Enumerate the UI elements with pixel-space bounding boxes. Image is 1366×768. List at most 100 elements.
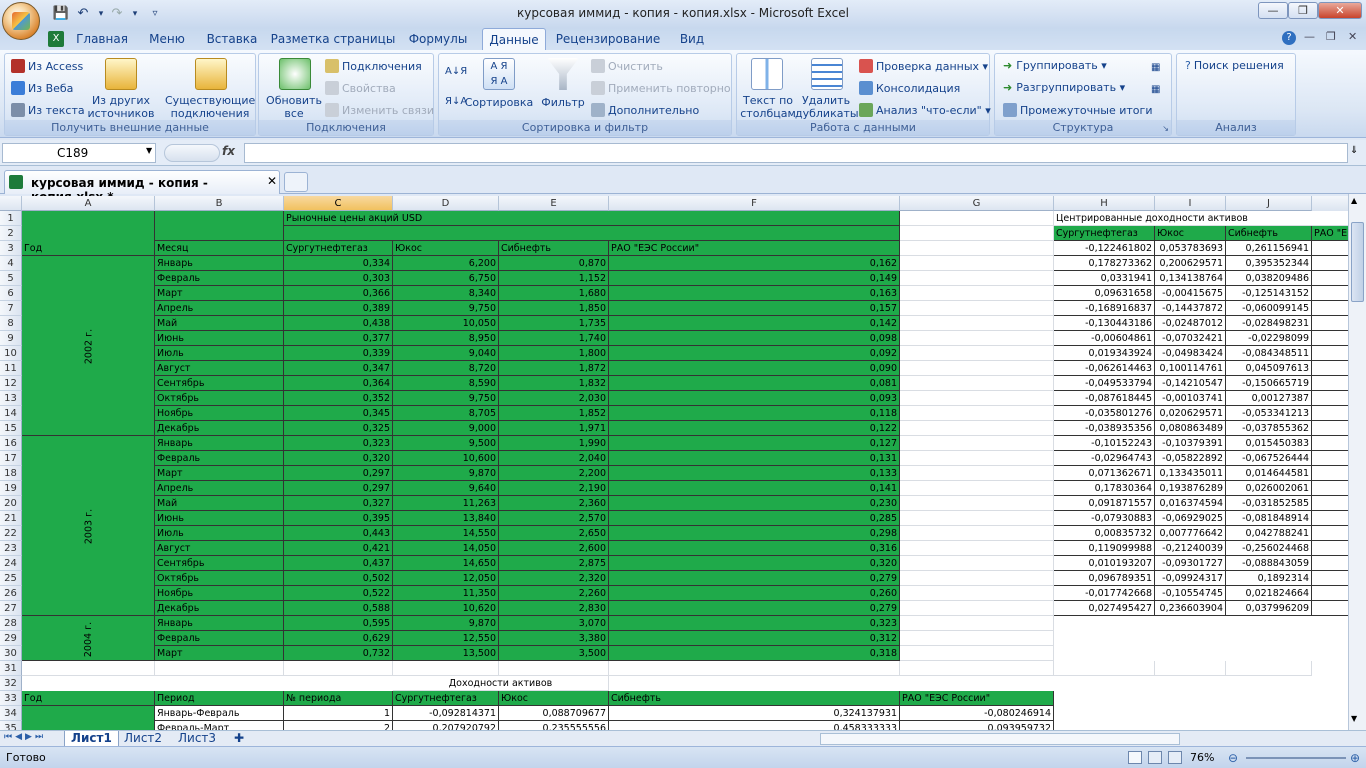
name-box-dropdown-icon[interactable]: ▼	[146, 146, 152, 155]
price-cell[interactable]: 0,320	[284, 451, 393, 466]
returns-cell[interactable]: -0,053341213	[1226, 406, 1312, 421]
month-header-bg[interactable]	[155, 211, 284, 241]
asset-return-cell[interactable]: Февраль-Март	[155, 721, 284, 730]
month-cell[interactable]: Октябрь	[155, 571, 284, 586]
returns-header[interactable]: РАО "Е	[1312, 226, 1348, 241]
month-cell[interactable]: Февраль	[155, 451, 284, 466]
price-cell[interactable]: 1,872	[499, 361, 609, 376]
row-header-9[interactable]: 9	[0, 331, 22, 346]
returns-cell[interactable]: 0,010193207	[1054, 556, 1155, 571]
price-cell[interactable]: 14,050	[393, 541, 499, 556]
row-header-2[interactable]: 2	[0, 226, 22, 241]
year-cell[interactable]: 2002 г.	[22, 256, 155, 436]
row-header-24[interactable]: 24	[0, 556, 22, 571]
consolidate-button[interactable]: Консолидация	[859, 81, 960, 95]
sheet-tab-1[interactable]: Лист1	[64, 731, 119, 747]
price-cell[interactable]: 10,050	[393, 316, 499, 331]
price-cell[interactable]: 0,421	[284, 541, 393, 556]
empty-cell[interactable]	[22, 661, 155, 676]
returns-cell[interactable]: -0,	[1312, 391, 1348, 406]
customize-qat-icon[interactable]: ▿	[146, 5, 164, 23]
tab-menu[interactable]: Меню	[138, 28, 196, 50]
month-cell[interactable]: Октябрь	[155, 391, 284, 406]
asset-return-cell[interactable]: 0,093959732	[900, 721, 1054, 730]
returns-cell[interactable]: -0,	[1312, 541, 1348, 556]
returns-cell[interactable]: 0,026002061	[1226, 481, 1312, 496]
empty-cell[interactable]	[900, 286, 1054, 301]
empty-cell[interactable]	[900, 436, 1054, 451]
row-header-29[interactable]: 29	[0, 631, 22, 646]
month-cell[interactable]: Апрель	[155, 301, 284, 316]
returns-cell[interactable]: -0,037855362	[1226, 421, 1312, 436]
returns-cell[interactable]: -0,07930883	[1054, 511, 1155, 526]
tab-home[interactable]: Главная	[70, 28, 134, 50]
empty-cell[interactable]	[900, 511, 1054, 526]
price-cell[interactable]: 0,323	[284, 436, 393, 451]
price-cell[interactable]: 9,640	[393, 481, 499, 496]
column-header-B[interactable]: B	[155, 196, 284, 211]
sort-button[interactable]: Сортировка	[463, 96, 535, 109]
row-header-13[interactable]: 13	[0, 391, 22, 406]
price-cell[interactable]: 0,595	[284, 616, 393, 631]
price-cell[interactable]: 0,260	[609, 586, 900, 601]
price-cell[interactable]: 10,620	[393, 601, 499, 616]
empty-cell[interactable]	[900, 646, 1054, 661]
returns-cell[interactable]: 0,027495427	[1054, 601, 1155, 616]
year-cell[interactable]	[22, 706, 155, 730]
returns-header[interactable]: Сибнефть	[1226, 226, 1312, 241]
empty-cell[interactable]	[900, 301, 1054, 316]
row-header-16[interactable]: 16	[0, 436, 22, 451]
price-cell[interactable]: 6,200	[393, 256, 499, 271]
price-cell[interactable]: 12,050	[393, 571, 499, 586]
price-cell[interactable]: 1,735	[499, 316, 609, 331]
price-cell[interactable]: 2,040	[499, 451, 609, 466]
price-cell[interactable]: 0,732	[284, 646, 393, 661]
price-cell[interactable]: 2,360	[499, 496, 609, 511]
asset-return-cell[interactable]: -0,092814371	[393, 706, 499, 721]
month-cell[interactable]: Июнь	[155, 331, 284, 346]
row-header-23[interactable]: 23	[0, 541, 22, 556]
row-header-18[interactable]: 18	[0, 466, 22, 481]
zoom-out-icon[interactable]: ⊖	[1228, 751, 1238, 765]
returns-cell[interactable]: -0,10379391	[1155, 436, 1226, 451]
reapply-button[interactable]: Применить повторно	[591, 81, 731, 95]
row-header-25[interactable]: 25	[0, 571, 22, 586]
help-icon[interactable]: ?	[1282, 31, 1296, 45]
returns-cell[interactable]: -0,	[1312, 241, 1348, 256]
minimize-button[interactable]: —	[1258, 2, 1288, 19]
year-header[interactable]: Год	[22, 241, 155, 256]
price-cell[interactable]: 1,971	[499, 421, 609, 436]
returns-cell[interactable]: 0,016374594	[1155, 496, 1226, 511]
price-cell[interactable]: 0,298	[609, 526, 900, 541]
price-cell[interactable]: 1,832	[499, 376, 609, 391]
formula-input[interactable]	[244, 143, 1348, 163]
ribbon-close-icon[interactable]: ✕	[1348, 30, 1357, 43]
name-box[interactable]: C189	[2, 143, 156, 163]
empty-cell[interactable]	[499, 661, 609, 676]
price-cell[interactable]: 2,190	[499, 481, 609, 496]
column-header-H[interactable]: H	[1054, 196, 1155, 211]
price-cell[interactable]: 13,840	[393, 511, 499, 526]
returns-cell[interactable]: 0,1892314	[1226, 571, 1312, 586]
returns-cell[interactable]: -0,02964743	[1054, 451, 1155, 466]
document-tab[interactable]: курсовая иммид - копия - копия.xlsx * ✕	[4, 170, 280, 204]
empty-cell[interactable]	[900, 211, 1054, 226]
returns-cell[interactable]: 0,178273362	[1054, 256, 1155, 271]
month-header[interactable]: Месяц	[155, 241, 284, 256]
price-cell[interactable]: 0,364	[284, 376, 393, 391]
price-cell[interactable]: 1,800	[499, 346, 609, 361]
returns-cell[interactable]: 0,071362671	[1054, 466, 1155, 481]
sheet-tab-3[interactable]: Лист3	[172, 731, 222, 747]
row-header-7[interactable]: 7	[0, 301, 22, 316]
price-cell[interactable]: 0,389	[284, 301, 393, 316]
price-cell[interactable]: 8,590	[393, 376, 499, 391]
price-cell[interactable]: 2,600	[499, 541, 609, 556]
asset-returns-header[interactable]: Юкос	[499, 691, 609, 706]
asset-return-cell[interactable]: 0,235555556	[499, 721, 609, 730]
what-if-button[interactable]: Анализ "что-если" ▾	[859, 103, 991, 117]
returns-cell[interactable]: 0,134138764	[1155, 271, 1226, 286]
month-cell[interactable]: Сентябрь	[155, 376, 284, 391]
returns-cell[interactable]: 0,133435011	[1155, 466, 1226, 481]
price-cell[interactable]: 9,500	[393, 436, 499, 451]
returns-cell[interactable]: -0,10554745	[1155, 586, 1226, 601]
